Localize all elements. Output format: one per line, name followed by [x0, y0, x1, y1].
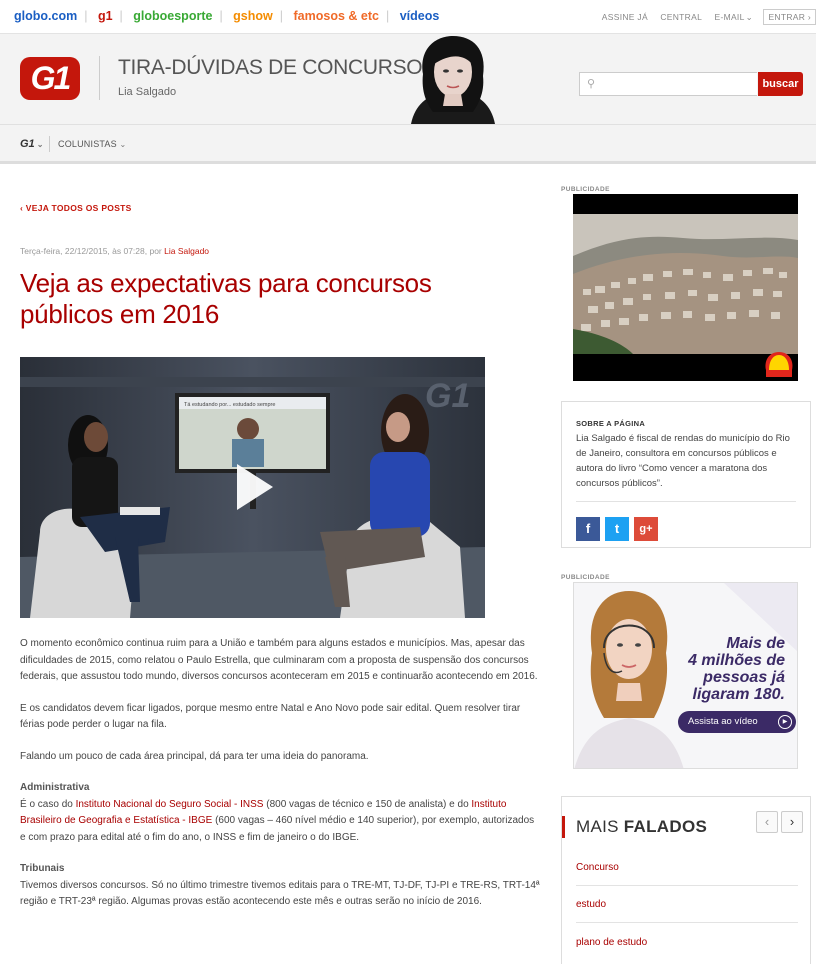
search-icon: ⚲ — [587, 78, 596, 90]
campaign-180-ad[interactable]: Mais de 4 milhões de pessoas já ligaram … — [573, 582, 798, 769]
cta-label: Assista ao vídeo — [688, 716, 758, 727]
ad-line: ligaram 180. — [692, 686, 786, 703]
ad-line: Mais de — [726, 635, 785, 652]
post-author-link[interactable]: Lia Salgado — [164, 246, 209, 256]
chevron-right-icon: › — [807, 12, 811, 22]
blog-author: Lia Salgado — [118, 86, 177, 98]
ad-headline: Mais de 4 milhões de pessoas já ligaram … — [688, 635, 785, 703]
video-player[interactable]: G1 Tá estudando por... estudado sempre — [20, 357, 485, 618]
section-administrativa: Administrativa É o caso do Instituto Nac… — [20, 780, 542, 846]
topic-link[interactable]: plano de estudo — [576, 937, 798, 948]
link-globo-com[interactable]: globo.com — [14, 9, 77, 23]
paragraph: O momento econômico continua ruim para a… — [20, 638, 538, 682]
view-all-posts-link[interactable]: ‹ VEJA TODOS OS POSTS — [20, 203, 132, 213]
post-headline: Veja as expectativas para concursos públ… — [20, 268, 432, 329]
mais-falados-box: MAIS FALADOS ‹ › Concurso estudo plano d… — [561, 796, 811, 964]
post-date: Terça-feira, 22/12/2015, às 07:28, por — [20, 246, 165, 256]
search-input[interactable] — [600, 76, 750, 92]
advertising-label: PUBLICIDADE — [561, 574, 610, 581]
shell-ad[interactable] — [573, 194, 798, 381]
text: Tivemos diversos concursos. Só no último… — [20, 879, 540, 908]
search-box: ⚲ — [579, 72, 757, 96]
entrar-label: ENTRAR — [768, 12, 806, 22]
assine-link[interactable]: ASSINE JÁ — [602, 12, 648, 22]
about-heading: SOBRE A PÁGINA — [576, 419, 646, 428]
divider — [576, 885, 798, 886]
chevron-down-icon: ⌄ — [119, 140, 127, 149]
main-nav: G1 ⌄ COLUNISTAS ⌄ — [0, 124, 816, 164]
advertising-label: PUBLICIDADE — [561, 186, 610, 193]
twitter-icon[interactable]: t — [605, 517, 629, 541]
nav-colunistas-label: COLUNISTAS — [58, 139, 117, 149]
post-meta: Terça-feira, 22/12/2015, às 07:28, por L… — [20, 246, 209, 256]
divider — [576, 922, 798, 923]
paragraph: E os candidatos devem ficar ligados, por… — [20, 702, 521, 731]
text: (800 vagas de técnico e 150 de analista)… — [263, 798, 472, 810]
ad-line: 4 milhões de — [688, 652, 785, 669]
mais-falados-title: MAIS FALADOS — [562, 816, 707, 838]
facebook-icon[interactable]: f — [576, 517, 600, 541]
section-heading: Tribunais — [20, 863, 65, 874]
about-page-box: SOBRE A PÁGINA Lia Salgado é fiscal de r… — [561, 401, 811, 548]
chevron-right-icon[interactable]: › — [781, 811, 803, 833]
blog-title[interactable]: TIRA-DÚVIDAS DE CONCURSOS — [118, 56, 436, 80]
topic-link[interactable]: estudo — [576, 899, 798, 910]
g1-logo[interactable]: G1 — [20, 57, 80, 100]
play-icon[interactable] — [225, 460, 279, 514]
blog-header: G1 TIRA-DÚVIDAS DE CONCURSOS Lia Salgado… — [0, 34, 816, 124]
link-videos[interactable]: vídeos — [400, 9, 440, 23]
global-top-bar: globo.com | g1 | globoesporte | gshow | famo… — [0, 0, 816, 34]
header-divider — [99, 56, 100, 100]
svg-text:G1: G1 — [425, 377, 470, 415]
nav-divider — [49, 136, 50, 152]
about-text: Lia Salgado é fiscal de rendas do municí… — [576, 433, 790, 489]
section-heading: Administrativa — [20, 782, 90, 793]
account-links: ASSINE JÁ CENTRAL E-MAIL⌄ ENTRAR › — [592, 9, 816, 25]
paragraph: Falando um pouco de cada área principal,… — [20, 750, 369, 762]
title-prefix: MAIS — [576, 817, 624, 836]
ad-line: pessoas já — [703, 669, 785, 686]
central-link[interactable]: CENTRAL — [660, 12, 702, 22]
nav-colunistas-menu[interactable]: COLUNISTAS ⌄ — [58, 139, 126, 149]
watch-video-button[interactable]: Assista ao vídeo ▶ — [678, 711, 796, 733]
section-tribunais: Tribunais Tivemos diversos concursos. Só… — [20, 861, 542, 911]
portal-links: globo.com | g1 | globoesporte | gshow | famo… — [14, 9, 440, 23]
topic-link[interactable]: Concurso — [576, 862, 798, 873]
title-bold: FALADOS — [623, 817, 708, 836]
link-g1[interactable]: g1 — [98, 9, 113, 23]
link-gshow[interactable]: gshow — [233, 9, 273, 23]
ad-image-favela — [573, 194, 798, 381]
post-body: O momento econômico continua ruim para a… — [20, 636, 542, 926]
link-globoesporte[interactable]: globoesporte — [133, 9, 212, 23]
chevron-left-icon[interactable]: ‹ — [756, 811, 778, 833]
link-famosos[interactable]: famosos & etc — [294, 9, 379, 23]
chevron-down-icon: ⌄ — [36, 140, 44, 149]
author-portrait — [411, 36, 495, 124]
play-icon: ▶ — [778, 715, 792, 729]
nav-g1-label: G1 — [20, 138, 35, 150]
inss-link[interactable]: Instituto Nacional do Seguro Social - IN… — [76, 799, 264, 810]
email-link[interactable]: E-MAIL⌄ — [714, 12, 753, 22]
divider — [576, 501, 796, 502]
shell-logo-icon — [765, 352, 793, 377]
text: É o caso do — [20, 798, 76, 810]
email-label: E-MAIL — [714, 12, 745, 22]
nav-g1-menu[interactable]: G1 ⌄ — [20, 138, 43, 150]
video-screen-text: Tá estudando por... estudado sempre — [184, 402, 275, 408]
google-plus-icon[interactable]: g+ — [634, 517, 658, 541]
entrar-button[interactable]: ENTRAR › — [763, 9, 816, 25]
chevron-down-icon: ⌄ — [745, 12, 754, 22]
search-button[interactable]: buscar — [758, 72, 803, 96]
